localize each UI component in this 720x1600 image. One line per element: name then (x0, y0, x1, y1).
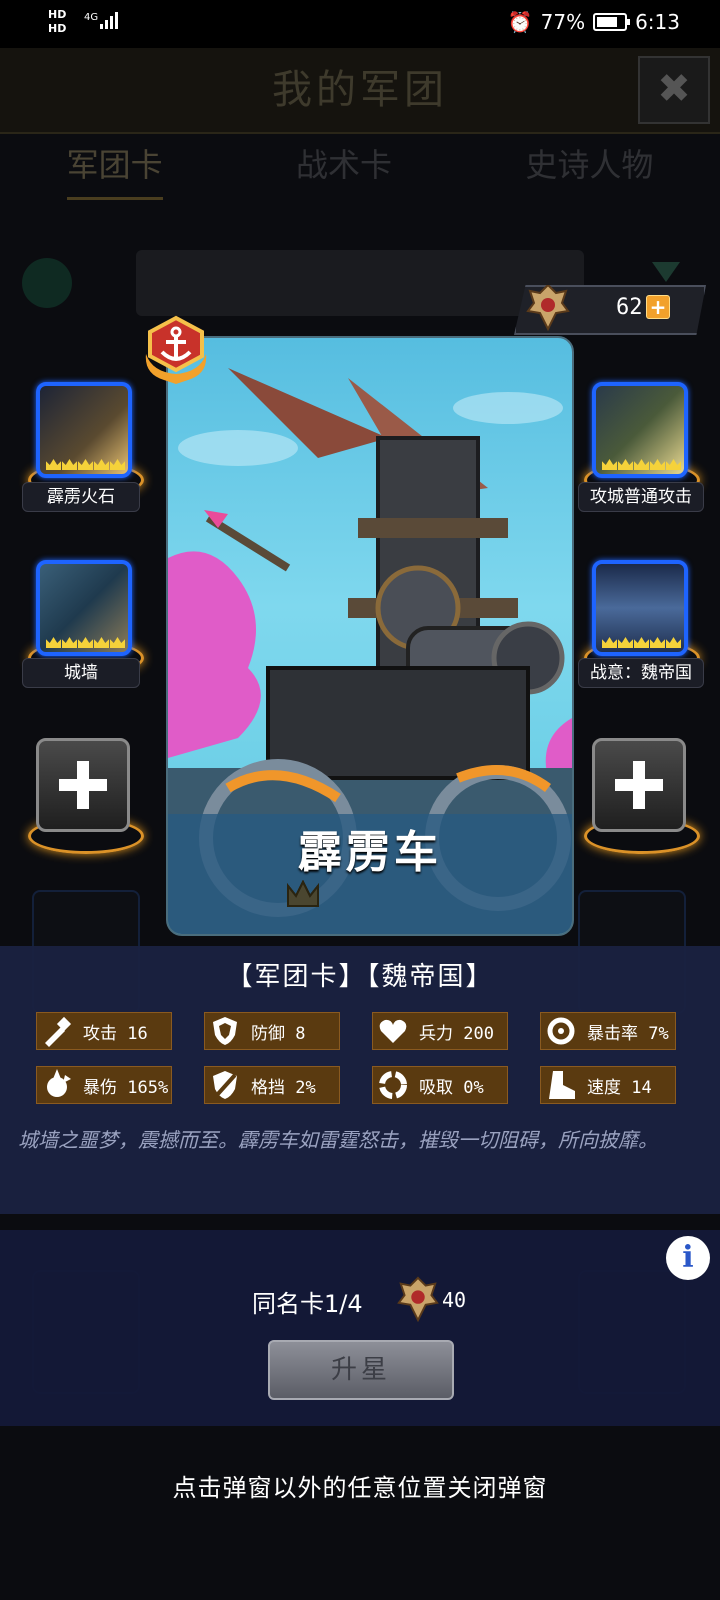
signal-icon (100, 12, 118, 29)
stat-item: 兵力 200 (372, 1012, 508, 1050)
stat-label: 攻击 16 (83, 1024, 148, 1044)
close-button[interactable]: ✖ (638, 56, 710, 124)
boot-icon (549, 1071, 575, 1099)
sword-icon (45, 1016, 72, 1047)
stat-label: 防御 8 (251, 1024, 306, 1044)
add-right-slot-button[interactable] (592, 738, 686, 832)
page-title: 我的军团 (0, 48, 720, 134)
alarm-icon: ⏰ (507, 10, 533, 34)
battery-icon (593, 13, 631, 31)
skill-slot-war-spirit[interactable] (592, 560, 688, 656)
duplicate-count: 同名卡1/4 (252, 1290, 363, 1318)
drain-icon (379, 1071, 407, 1099)
add-left-slot-button[interactable] (36, 738, 130, 832)
stat-item: 防御 8 (204, 1012, 340, 1050)
card-artwork: 霹雳车 (166, 336, 574, 936)
shield-icon (213, 1017, 237, 1045)
currency-value: 62 (616, 295, 643, 320)
card-name: 霹雳车 (298, 827, 442, 878)
block-icon (213, 1071, 237, 1099)
hd-indicator: HD HD (48, 8, 67, 35)
clock: 6:13 (635, 10, 680, 34)
network-label: 4G (84, 12, 99, 23)
slot-label: 霹雳火石 (22, 482, 140, 512)
heart-icon (379, 1019, 407, 1043)
stat-label: 暴击率 7% (587, 1024, 669, 1044)
legion-emblem-icon (397, 1276, 439, 1322)
card-description: 城墙之噩梦，震撼而至。霹雳车如雷霆怒击，摧毁一切阻碍，所向披靡。 (18, 1128, 658, 1152)
tab-bar: 军团卡 战术卡 史诗人物 (0, 140, 720, 200)
slot-label: 攻城普通攻击 (578, 482, 704, 512)
upgrade-cost: 40 (442, 1288, 467, 1312)
stat-item: 吸取 0% (372, 1066, 508, 1104)
skill-slot-siege-attack[interactable] (592, 382, 688, 478)
info-icon[interactable]: i (666, 1236, 710, 1280)
search-input[interactable] (136, 250, 584, 316)
stat-item: 格挡 2% (204, 1066, 340, 1104)
stat-item: 暴伤 165% (36, 1066, 172, 1104)
stat-label: 速度 14 (587, 1078, 652, 1098)
stat-item: 速度 14 (540, 1066, 676, 1104)
stat-label: 吸取 0% (419, 1078, 484, 1098)
stat-label: 暴伤 165% (83, 1078, 169, 1098)
crown-empty-icon (287, 880, 319, 907)
burst-icon (47, 1069, 71, 1097)
close-hint: 点击弹窗以外的任意位置关闭弹窗 (172, 1474, 548, 1502)
stat-item: 暴击率 7% (540, 1012, 676, 1050)
tab-legion-cards[interactable]: 军团卡 (66, 140, 163, 200)
slot-label: 城墙 (22, 658, 140, 688)
status-bar: HD HD 4G ⏰ 77% 6:13 (0, 0, 720, 48)
anchor-badge-icon (145, 315, 207, 384)
upgrade-star-button[interactable]: 升星 (268, 1340, 454, 1400)
tab-epic-characters[interactable]: 史诗人物 (525, 140, 653, 200)
add-currency-button[interactable]: + (646, 295, 670, 319)
stat-label: 兵力 200 (419, 1024, 494, 1044)
battery-percent: 77% (540, 10, 586, 34)
slot-label: 战意：魏帝国 (578, 658, 704, 688)
stat-item: 攻击 16 (36, 1012, 172, 1050)
filter-icon[interactable] (652, 262, 680, 282)
crit-icon (547, 1017, 575, 1045)
skill-slot-city-wall[interactable] (36, 560, 132, 656)
close-icon: ✖ (657, 66, 691, 112)
skill-slot-thunderstone[interactable] (36, 382, 132, 478)
stat-label: 格挡 2% (251, 1078, 316, 1098)
list-menu-icon[interactable] (22, 258, 72, 308)
currency-bar: 62 + (514, 285, 706, 335)
legion-emblem-icon (526, 285, 570, 331)
card-tags: 【军团卡】【魏帝国】 (226, 962, 494, 992)
tab-tactic-cards[interactable]: 战术卡 (296, 140, 392, 200)
